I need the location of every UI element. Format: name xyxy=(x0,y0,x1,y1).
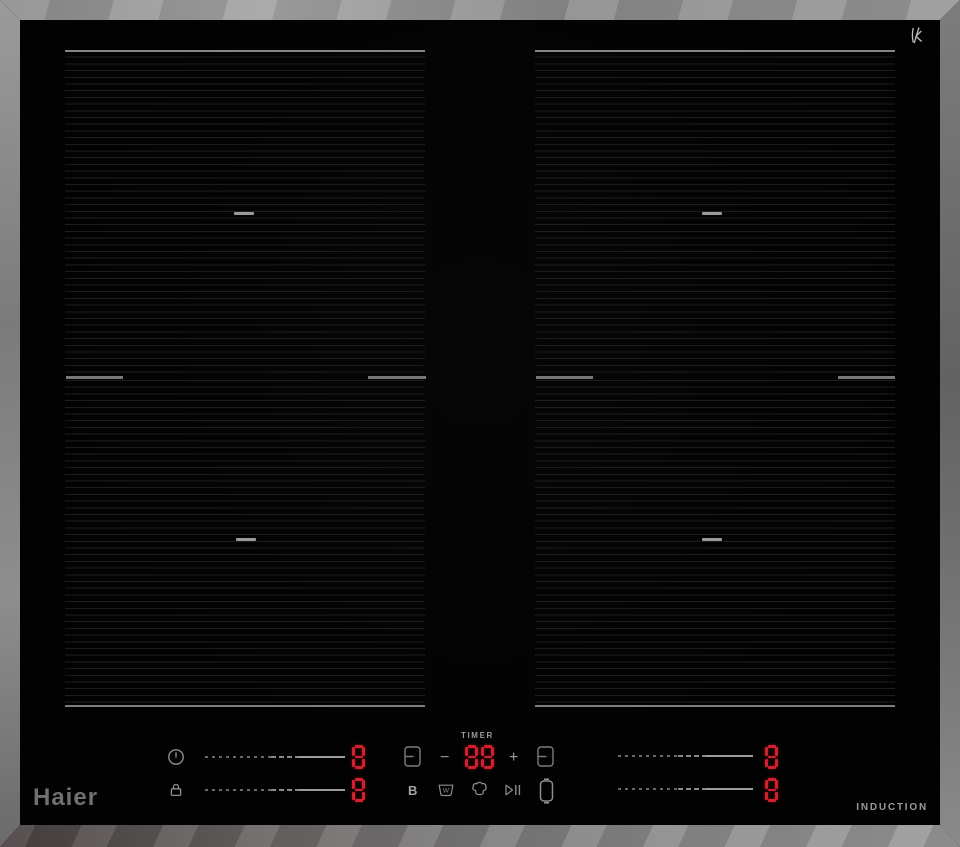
timer-plus-button[interactable]: + xyxy=(509,750,518,766)
zone-center-marker xyxy=(702,538,722,541)
zone-center-marker xyxy=(236,538,256,541)
induction-label: INDUCTION xyxy=(856,802,928,813)
frame-bottom-edge xyxy=(0,825,960,847)
power-slider-right-top[interactable] xyxy=(618,755,753,757)
pause-icon[interactable] xyxy=(503,783,522,797)
frame-right-edge xyxy=(940,0,960,847)
keep-warm-icon[interactable]: W xyxy=(436,783,456,798)
keep-warm-letter: W xyxy=(443,787,450,794)
chef-icon[interactable] xyxy=(470,781,489,798)
power-slider-left-bottom[interactable] xyxy=(205,789,345,791)
flexi-bridge-mark xyxy=(368,376,426,379)
power-display-left-top xyxy=(349,745,365,769)
power-display-right-top xyxy=(762,745,778,769)
power-icon[interactable] xyxy=(167,748,185,766)
induction-hob: TIMER − + B W xyxy=(0,0,960,847)
timer-zone-right-icon[interactable] xyxy=(537,746,554,767)
cooking-zone-rear-right xyxy=(535,380,895,707)
flexi-bridge-mark xyxy=(838,376,895,379)
frame-left-edge xyxy=(0,0,20,847)
brand-mark-icon xyxy=(908,26,925,45)
timer-label: TIMER xyxy=(461,731,494,740)
power-slider-right-bottom[interactable] xyxy=(618,788,753,790)
power-slider-left-top[interactable] xyxy=(205,756,345,758)
timer-zone-left-icon[interactable] xyxy=(404,746,421,767)
flexi-bridge-mark xyxy=(66,376,123,379)
flexi-zone-icon[interactable] xyxy=(538,778,555,804)
timer-minus-button[interactable]: − xyxy=(440,750,449,766)
lock-icon[interactable] xyxy=(168,782,184,798)
zone-center-marker xyxy=(234,212,254,215)
power-display-left-bottom xyxy=(349,778,365,802)
frame-top-edge xyxy=(0,0,960,20)
power-display-right-bottom xyxy=(762,778,778,802)
booster-button[interactable]: B xyxy=(408,783,417,798)
haier-logo: Haier xyxy=(33,784,98,812)
zone-center-marker xyxy=(702,212,722,215)
flexi-bridge-mark xyxy=(536,376,593,379)
timer-display xyxy=(462,745,494,769)
cooking-zone-rear-left xyxy=(65,380,425,707)
